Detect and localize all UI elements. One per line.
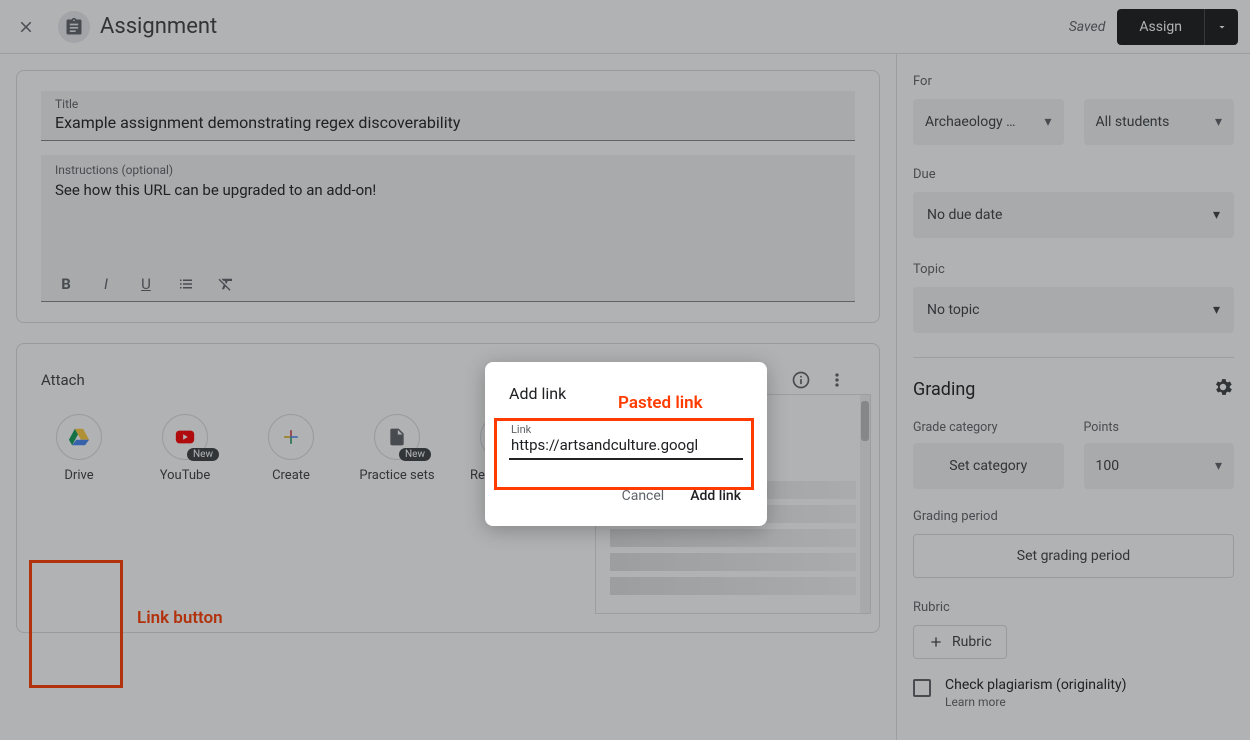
add-link-button[interactable]: Add link <box>688 482 743 510</box>
link-input[interactable]: Link https://artsandculture.googl <box>509 421 743 460</box>
link-field-label: Link <box>509 423 743 436</box>
link-field-value[interactable]: https://artsandculture.googl <box>509 436 743 454</box>
dialog-title: Add link <box>509 384 743 403</box>
add-link-dialog: Add link Link https://artsandculture.goo… <box>485 362 767 526</box>
cancel-button[interactable]: Cancel <box>620 482 667 510</box>
